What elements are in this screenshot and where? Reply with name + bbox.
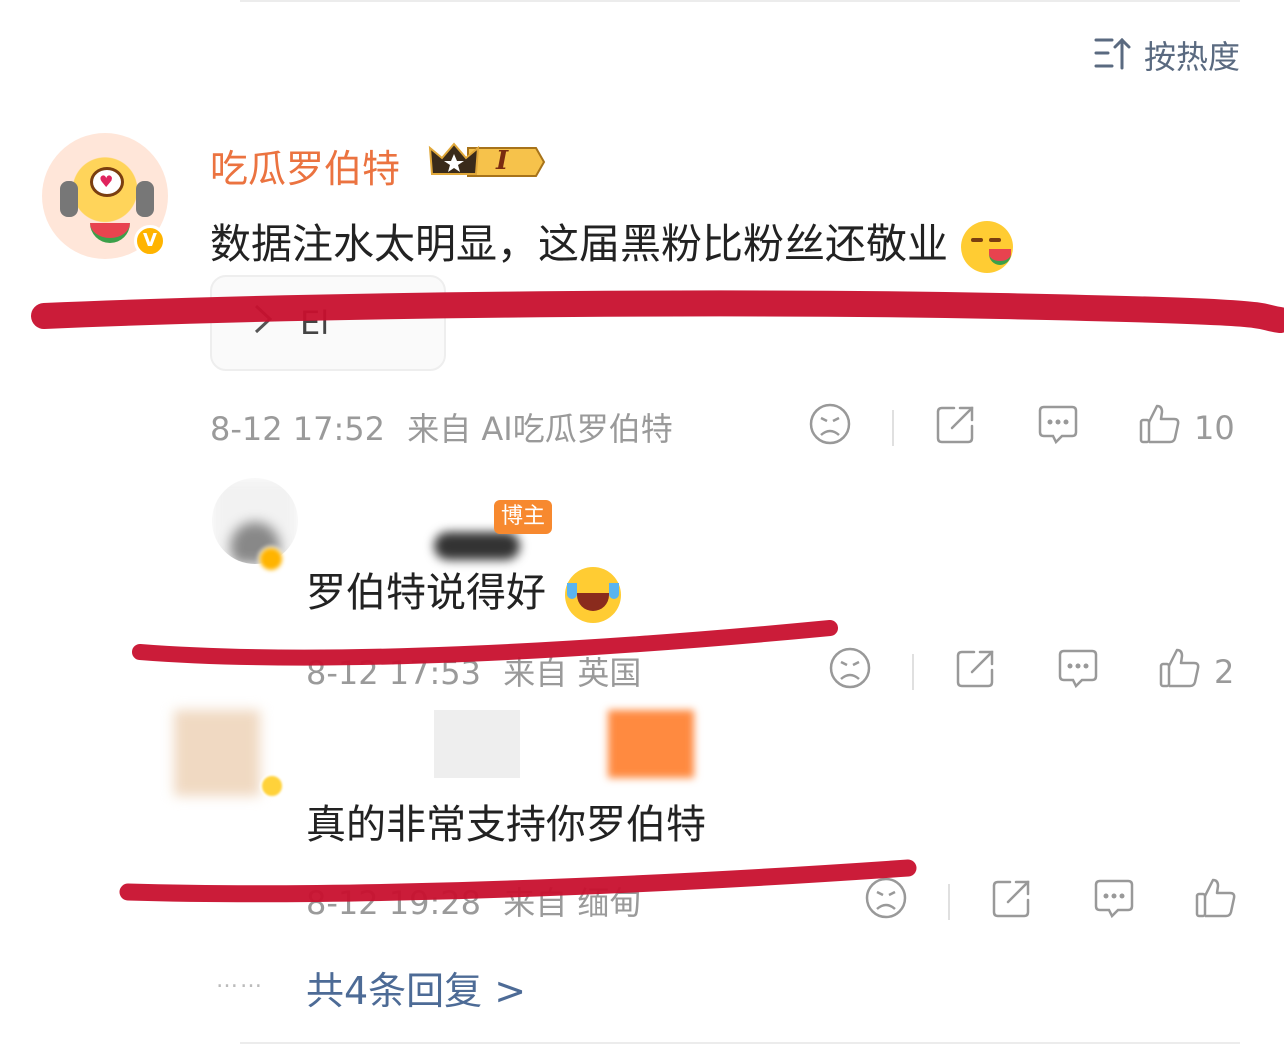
heart-icon: ♥ bbox=[99, 172, 114, 191]
sad-face-icon bbox=[864, 876, 908, 928]
action-separator bbox=[948, 884, 950, 920]
reply-avatar[interactable] bbox=[174, 710, 260, 796]
dislike-button[interactable] bbox=[864, 876, 908, 928]
verified-icon bbox=[258, 546, 284, 572]
reply-meta: 8-12 19:28 来自 缅甸 bbox=[306, 878, 641, 924]
watermelon-icon bbox=[90, 223, 130, 243]
reply-body: 罗伯特说得好 bbox=[306, 570, 546, 616]
bottom-divider bbox=[240, 1042, 1240, 1044]
comment-bubble-icon bbox=[1056, 646, 1100, 698]
dislike-button[interactable] bbox=[828, 646, 872, 698]
thumbs-up-icon bbox=[1138, 402, 1182, 454]
thumbs-up-icon bbox=[1158, 646, 1202, 698]
like-button[interactable] bbox=[1194, 876, 1250, 928]
source: 来自 缅甸 bbox=[503, 884, 642, 922]
dislike-button[interactable] bbox=[808, 402, 852, 454]
crown-level-badge[interactable]: I bbox=[428, 140, 548, 188]
sort-by-hot-button[interactable]: 按热度 bbox=[1094, 32, 1240, 78]
timestamp: 8-12 19:28 bbox=[306, 884, 482, 922]
level-label: I bbox=[496, 146, 509, 176]
like-button[interactable]: 10 bbox=[1138, 402, 1235, 454]
action-separator bbox=[892, 410, 894, 446]
username[interactable]: 吃瓜罗伯特 bbox=[210, 138, 400, 193]
reply-text: 真的非常支持你罗伯特 bbox=[306, 802, 706, 848]
view-all-replies-link[interactable]: 共4条回复 > bbox=[306, 960, 526, 1015]
reply-actions: 2 bbox=[828, 646, 1234, 698]
headphone-left bbox=[60, 181, 78, 217]
comment-bubble-icon bbox=[1036, 402, 1080, 454]
reply-button[interactable] bbox=[1092, 876, 1136, 928]
verified-icon bbox=[260, 774, 284, 798]
comment-body: 数据注水太明显，这届黑粉比粉丝还敬业 bbox=[210, 220, 948, 268]
share-button[interactable] bbox=[954, 646, 998, 698]
comment-text: 数据注水太明显，这届黑粉比粉丝还敬业 bbox=[210, 210, 1014, 273]
sort-icon bbox=[1094, 36, 1132, 74]
comment-meta: 8-12 17:52 来自 AI吃瓜罗伯特 bbox=[210, 404, 673, 450]
sad-face-icon bbox=[808, 402, 852, 454]
timestamp: 8-12 17:53 bbox=[306, 654, 482, 692]
source: 来自 AI吃瓜罗伯特 bbox=[407, 410, 673, 448]
top-divider bbox=[240, 0, 1240, 2]
like-count: 2 bbox=[1214, 653, 1235, 691]
headphone-right bbox=[136, 181, 154, 217]
share-icon bbox=[954, 646, 998, 698]
reply-actions bbox=[864, 876, 1250, 928]
redacted-username bbox=[434, 710, 520, 778]
laugh-cry-emoji-icon bbox=[564, 567, 621, 623]
redacted-badge bbox=[608, 710, 694, 778]
sad-face-icon bbox=[828, 646, 872, 698]
reply-avatar[interactable] bbox=[212, 478, 298, 564]
share-icon bbox=[934, 402, 978, 454]
share-icon bbox=[990, 876, 1034, 928]
redacted-username bbox=[434, 532, 520, 560]
comment-actions: 10 bbox=[808, 402, 1235, 454]
eating-watermelon-emoji-icon bbox=[961, 221, 1014, 273]
share-button[interactable] bbox=[934, 402, 978, 454]
reply-button[interactable] bbox=[1036, 402, 1080, 454]
thumbs-up-icon bbox=[1194, 876, 1238, 928]
like-button[interactable]: 2 bbox=[1158, 646, 1234, 698]
timestamp: 8-12 17:52 bbox=[210, 410, 386, 448]
action-separator bbox=[912, 654, 914, 690]
sort-label: 按热度 bbox=[1143, 38, 1240, 76]
reply-meta: 8-12 17:53 来自 英国 bbox=[306, 648, 641, 694]
indent-dots: …… bbox=[216, 968, 264, 993]
verified-icon: V bbox=[134, 225, 166, 257]
link-card[interactable]: El bbox=[210, 275, 446, 371]
share-button[interactable] bbox=[990, 876, 1034, 928]
comment-bubble-icon bbox=[1092, 876, 1136, 928]
blogger-badge: 博主 bbox=[494, 500, 552, 534]
reply-text: 罗伯特说得好 bbox=[306, 560, 621, 623]
link-card-text: El bbox=[300, 304, 330, 342]
reply-button[interactable] bbox=[1056, 646, 1100, 698]
source: 来自 英国 bbox=[503, 654, 642, 692]
chevron-right-icon bbox=[252, 302, 274, 344]
like-count: 10 bbox=[1194, 409, 1235, 447]
